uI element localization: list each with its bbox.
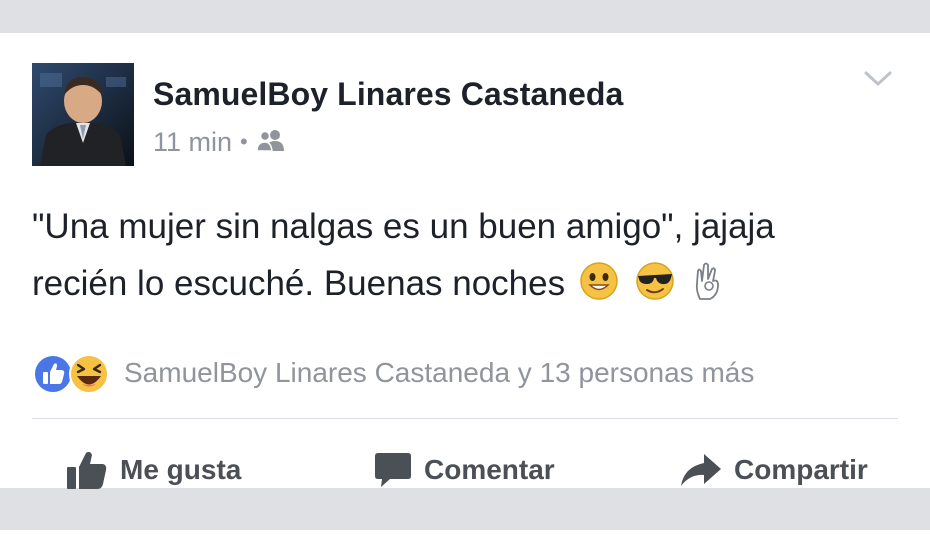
haha-reaction-icon [68,353,110,400]
post-card: SamuelBoy Linares Castaneda 11 min • "Un… [0,33,930,489]
sunglasses-face-icon [633,261,677,318]
post-text-line-1: "Una mujer sin nalgas es un buen amigo",… [32,207,775,246]
post-text-line-2-text: recién lo escuché. Buenas noches [32,264,566,303]
author-name[interactable]: SamuelBoy Linares Castaneda [153,76,623,113]
share-arrow-icon [680,452,722,488]
share-button[interactable]: Compartir [680,443,868,497]
next-card-edge [0,530,930,558]
comment-label: Comentar [424,454,555,485]
smiling-face-icon [579,261,619,318]
post-text-line-2: recién lo escuché. Buenas noches [32,255,912,318]
post-text: "Una mujer sin nalgas es un buen amigo",… [32,198,912,318]
avatar[interactable] [32,63,134,166]
reactions-bar[interactable]: SamuelBoy Linares Castaneda y 13 persona… [32,351,754,395]
reaction-icons [32,351,118,395]
meta-separator: • [240,129,248,154]
comment-button[interactable]: Comentar [374,443,555,497]
like-label: Me gusta [120,454,242,485]
share-label: Compartir [734,454,868,485]
ok-hand-icon [690,259,726,318]
post-meta: 11 min • [153,127,286,157]
comment-icon [374,451,412,489]
thumbs-up-icon [66,450,108,490]
reactions-summary[interactable]: SamuelBoy Linares Castaneda y 13 persona… [124,357,754,389]
divider [32,418,898,419]
post-timestamp[interactable]: 11 min [153,127,232,158]
friends-icon [255,127,286,158]
like-button[interactable]: Me gusta [66,443,241,497]
chevron-down-icon[interactable] [864,70,892,88]
